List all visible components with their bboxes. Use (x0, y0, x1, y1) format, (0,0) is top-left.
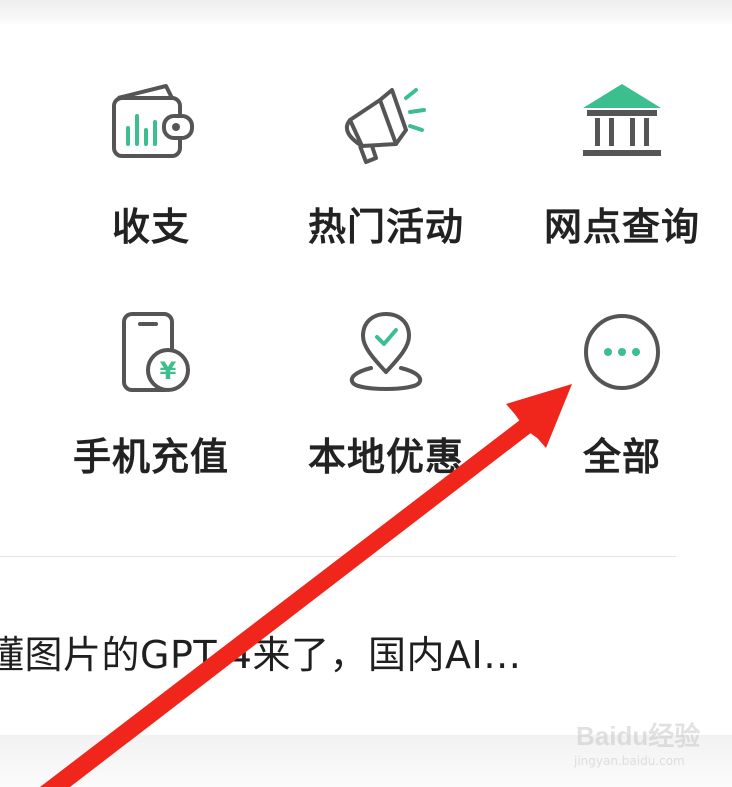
watermark-url: jingyan.baidu.com (574, 754, 685, 768)
baidu-watermark: Baidu经验 jingyan.baidu.com (570, 708, 710, 778)
watermark-brand: Baidu经验 (576, 721, 701, 751)
red-arrow-annotation (40, 384, 572, 787)
